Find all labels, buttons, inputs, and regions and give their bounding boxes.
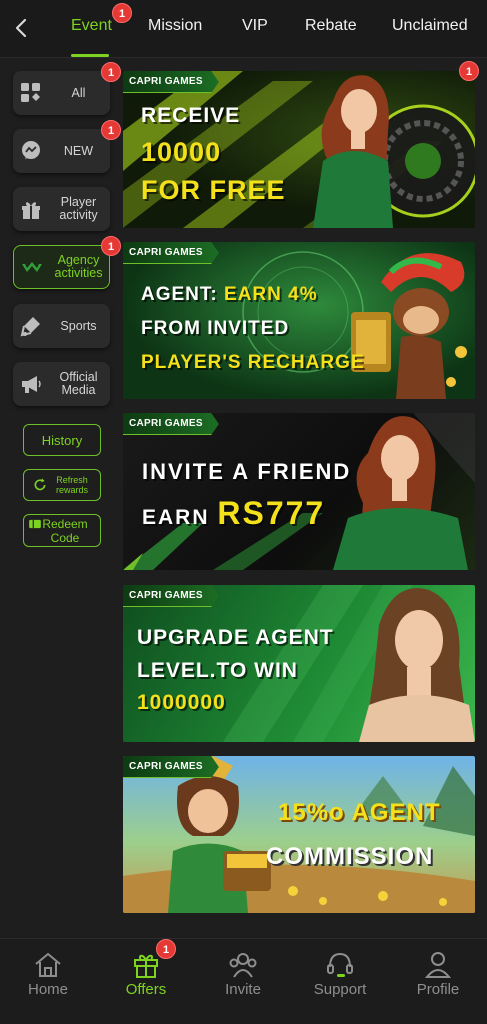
chat-bubble-icon [22, 141, 40, 159]
brand-tag: CAPRI GAMES [123, 585, 219, 607]
banner-text: PLAYER'S RECHARGE [141, 352, 365, 373]
nav-label: Offers [125, 981, 167, 998]
banner-text: 1000000 [137, 691, 226, 714]
nav-label: Home [27, 981, 68, 998]
nav-offers-badge: 1 [156, 939, 176, 959]
promo-banner-invite-friend[interactable]: CAPRI GAMES INVITE A FRIEND EARN RS777 [123, 413, 475, 570]
brand-tag: CAPRI GAMES [123, 242, 219, 264]
tab-vip[interactable]: VIP [242, 16, 268, 40]
refresh-rewards-button[interactable]: Refresh rewards [23, 469, 101, 501]
woman-figure-image [293, 71, 413, 228]
nav-profile[interactable]: Profile [398, 939, 478, 1009]
sidebar-item-label: Agency activities [54, 253, 103, 280]
sidebar-item-label: Sports [60, 318, 97, 333]
tab-active-indicator [71, 54, 109, 57]
sidebar-new-badge: 1 [101, 120, 121, 140]
sidebar-item-label: Official Media [59, 370, 98, 397]
headset-icon [327, 952, 353, 977]
banner-text: UPGRADE AGENT [137, 626, 334, 649]
banner-text: 15%o AGENT [278, 799, 441, 826]
brand-tag: CAPRI GAMES [123, 71, 219, 93]
sidebar-all-badge: 1 [101, 62, 121, 82]
back-arrow-icon[interactable] [10, 16, 34, 40]
banner-badge: 1 [459, 61, 479, 81]
profile-icon [424, 952, 452, 978]
sidebar-item-label: NEW [63, 143, 94, 158]
redeem-ticket-icon [29, 519, 41, 529]
tab-event[interactable]: Event [71, 16, 112, 40]
tab-mission[interactable]: Mission [148, 16, 202, 40]
warrior-girl-image [143, 756, 273, 913]
nav-label: Support [313, 981, 367, 998]
megaphone-icon [22, 376, 41, 393]
sidebar-item-label: All [71, 85, 86, 100]
home-icon [35, 952, 61, 977]
banner-text: COMMISSION [266, 843, 434, 870]
banner-text: 10000 [141, 137, 222, 167]
promo-banner-agent-commission[interactable]: CAPRI GAMES 15%o AGENT COMMISSION [123, 756, 475, 913]
sidebar-item-all[interactable]: All [13, 71, 110, 115]
history-button[interactable]: History [23, 424, 101, 456]
banner-text: INVITE A FRIEND [142, 459, 352, 484]
gift-icon [22, 202, 40, 219]
tab-unclaimed[interactable]: Unclaimed [392, 16, 468, 40]
banner-text-part: RS777 [217, 495, 326, 531]
nav-home[interactable]: Home [8, 939, 88, 1009]
sports-icon [20, 317, 40, 337]
sidebar-item-label: Player activity [59, 195, 98, 222]
refresh-icon [34, 478, 46, 491]
nav-invite[interactable]: Invite [203, 939, 283, 1009]
agency-icon [22, 262, 42, 272]
bottom-navigation: Home Offers 1 Invite Support Profile [0, 938, 487, 1024]
woman-figure-image [359, 585, 475, 742]
grid-icon [21, 83, 40, 102]
promo-banner-receive-10000[interactable]: CAPRI GAMES RECEIVE 10000 FOR FREE [123, 71, 475, 228]
banner-text: FROM INVITED [141, 318, 290, 339]
history-label: History [41, 432, 83, 448]
nav-label: Invite [225, 981, 261, 998]
brand-tag: CAPRI GAMES [123, 756, 219, 778]
banner-text: FOR FREE [141, 175, 286, 205]
sidebar-item-agency-activities[interactable]: Agency activities [13, 245, 110, 289]
tab-event-badge: 1 [112, 3, 132, 23]
nav-support[interactable]: Support [300, 939, 380, 1009]
banner-text-part: AGENT: [141, 284, 218, 305]
banner-text: RECEIVE [141, 104, 241, 127]
sidebar-item-sports[interactable]: Sports [13, 304, 110, 348]
banner-text: AGENT: EARN 4% [141, 284, 318, 306]
banner-text-part: EARN [142, 506, 210, 529]
invite-icon [229, 953, 257, 978]
banner-text: LEVEL.TO WIN [137, 659, 298, 682]
promo-banner-upgrade-agent[interactable]: CAPRI GAMES UPGRADE AGENT LEVEL.TO WIN 1… [123, 585, 475, 742]
tab-rebate[interactable]: Rebate [305, 16, 357, 40]
banner-text: EARN RS777 [142, 495, 325, 532]
refresh-label: Refresh rewards [55, 475, 88, 495]
promo-banner-agent-earn[interactable]: CAPRI GAMES AGENT: EARN 4% FROM INVITED … [123, 242, 475, 399]
woman-figure-image [328, 413, 475, 570]
sidebar-item-new[interactable]: NEW [13, 129, 110, 173]
sidebar-item-player-activity[interactable]: Player activity [13, 187, 110, 231]
sidebar-item-official-media[interactable]: Official Media [13, 362, 110, 406]
top-tab-bar: Event 1 Mission VIP Rebate Unclaimed [0, 0, 487, 58]
brand-tag: CAPRI GAMES [123, 413, 219, 435]
nav-label: Profile [416, 981, 460, 998]
monkey-mascot-image [341, 242, 475, 399]
redeem-label: Redeem Code [42, 516, 88, 545]
banner-text-part: EARN 4% [224, 284, 318, 305]
sidebar-agency-badge: 1 [101, 236, 121, 256]
redeem-code-button[interactable]: Redeem Code [23, 514, 101, 547]
